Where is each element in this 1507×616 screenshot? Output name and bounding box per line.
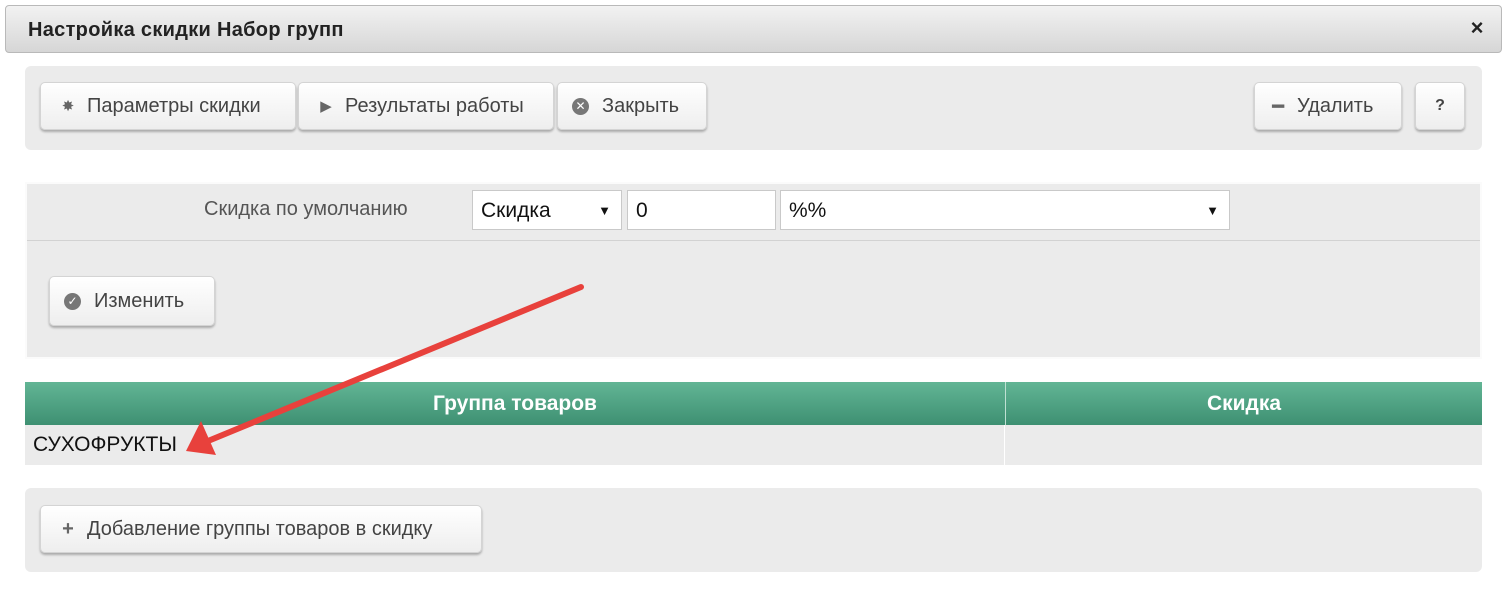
results-button[interactable]: ▶ Результаты работы [298, 82, 554, 130]
close-circle-icon: ✕ [572, 97, 589, 115]
apply-label: Изменить [94, 289, 185, 312]
delete-button[interactable]: ━ Удалить [1254, 82, 1402, 130]
grid-header: Группа товаров Скидка [25, 382, 1482, 425]
apply-button[interactable]: ✓ Изменить [49, 276, 215, 326]
discount-params-label: Параметры скидки [87, 94, 261, 117]
discount-amount-input[interactable]: 0 [627, 190, 776, 230]
column-header-discount[interactable]: Скидка [1006, 382, 1482, 425]
help-label: ? [1435, 97, 1445, 114]
discount-type-select[interactable]: Скидка ▼ [472, 190, 622, 230]
discount-type-value: Скидка [481, 199, 551, 222]
dialog-title: Настройка скидки Набор групп [28, 19, 344, 41]
discount-params-button[interactable]: ✸ Параметры скидки [40, 82, 296, 130]
delete-label: Удалить [1297, 94, 1374, 117]
table-cell-group: СУХОФРУКТЫ [25, 425, 1005, 465]
add-group-label: Добавление группы товаров в скидку [87, 517, 433, 540]
discount-unit-select[interactable]: %% ▼ [780, 190, 1230, 230]
minus-icon: ━ [1271, 95, 1285, 118]
default-discount-form: Скидка по умолчанию Скидка ▼ 0 %% ▼ ✓ Из… [25, 182, 1482, 359]
column-header-group[interactable]: Группа товаров [25, 382, 1006, 425]
discount-unit-value: %% [789, 199, 827, 222]
chevron-down-icon: ▼ [1206, 203, 1219, 218]
play-icon: ▶ [320, 98, 332, 115]
table-row[interactable]: СУХОФРУКТЫ [25, 425, 1482, 465]
check-circle-icon: ✓ [64, 292, 81, 310]
close-label: Закрыть [602, 94, 680, 117]
default-discount-label: Скидка по умолчанию [204, 198, 408, 220]
footer-panel: + Добавление группы товаров в скидку [25, 488, 1482, 572]
divider [27, 240, 1480, 241]
dialog-titlebar: Настройка скидки Набор групп × [5, 5, 1502, 53]
results-label: Результаты работы [345, 94, 524, 117]
help-button[interactable]: ? [1415, 82, 1465, 130]
close-icon[interactable]: × [1465, 16, 1489, 40]
discount-amount-value: 0 [636, 199, 648, 222]
gear-icon: ✸ [61, 98, 75, 115]
close-button[interactable]: ✕ Закрыть [557, 82, 707, 130]
toolbar: ✸ Параметры скидки ▶ Результаты работы ✕… [25, 66, 1482, 150]
add-group-button[interactable]: + Добавление группы товаров в скидку [40, 505, 482, 553]
chevron-down-icon: ▼ [598, 203, 611, 218]
table-cell-discount [1006, 425, 1482, 465]
plus-icon: + [62, 517, 74, 540]
